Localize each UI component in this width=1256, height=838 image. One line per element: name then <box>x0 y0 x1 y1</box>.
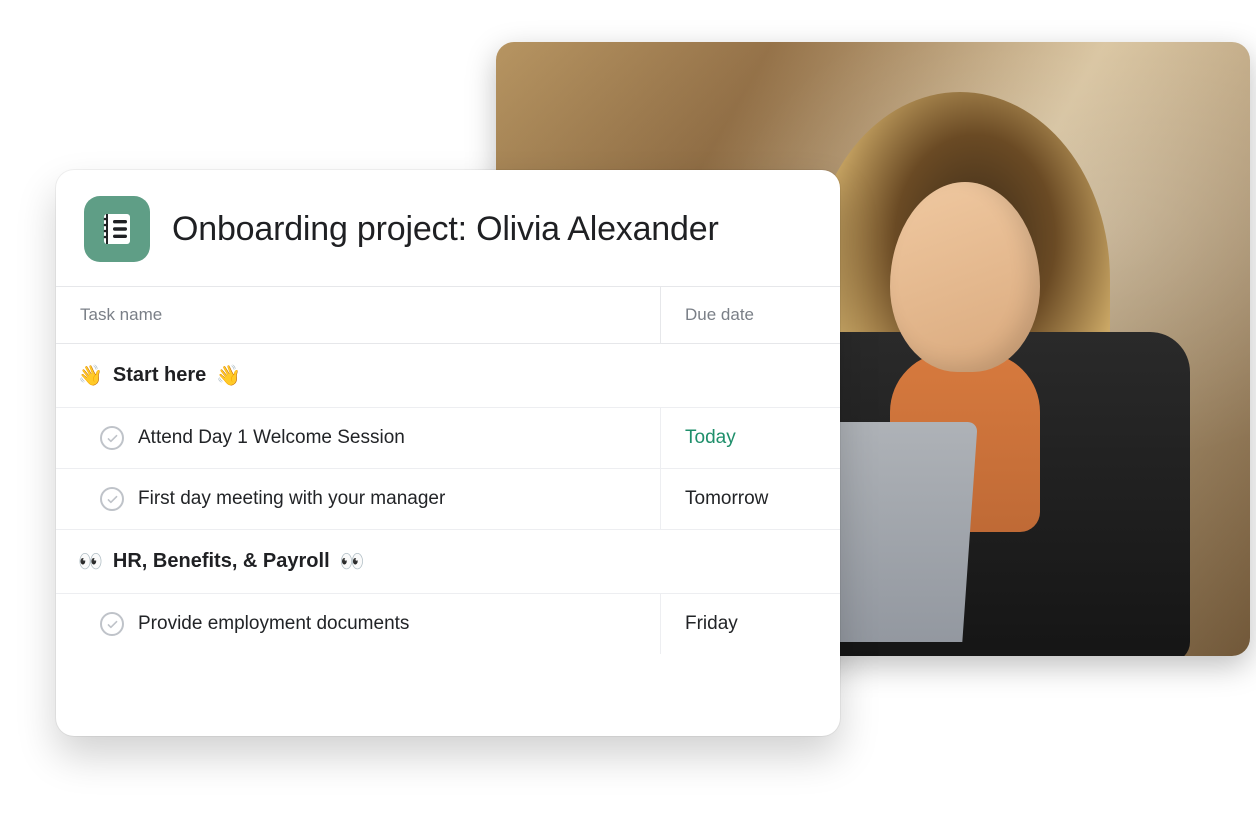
column-due-date: Due date <box>685 305 754 324</box>
complete-task-checkbox[interactable] <box>100 426 124 450</box>
column-headers: Task name Due date <box>56 286 840 344</box>
task-due-date[interactable]: Friday <box>685 613 738 635</box>
task-due-date[interactable]: Today <box>685 427 736 449</box>
column-task-name: Task name <box>80 305 162 324</box>
wave-emoji-icon: 👋 <box>216 366 241 386</box>
task-row[interactable]: Attend Day 1 Welcome Session Today <box>56 408 840 469</box>
project-card: Onboarding project: Olivia Alexander Tas… <box>56 170 840 736</box>
task-name: Attend Day 1 Welcome Session <box>138 427 405 449</box>
section-title: Start here <box>113 364 206 387</box>
task-row[interactable]: Provide employment documents Friday <box>56 594 840 654</box>
wave-emoji-icon: 👋 <box>78 366 103 386</box>
task-row[interactable]: First day meeting with your manager Tomo… <box>56 469 840 530</box>
eyes-emoji-icon: 👀 <box>78 552 103 572</box>
task-name: Provide employment documents <box>138 613 409 635</box>
task-name: First day meeting with your manager <box>138 488 445 510</box>
task-due-date[interactable]: Tomorrow <box>685 488 768 510</box>
eyes-emoji-icon: 👀 <box>340 552 365 572</box>
section-header[interactable]: 👀 HR, Benefits, & Payroll 👀 <box>56 530 840 594</box>
project-icon <box>84 196 150 262</box>
complete-task-checkbox[interactable] <box>100 487 124 511</box>
section-title: HR, Benefits, & Payroll <box>113 550 330 573</box>
complete-task-checkbox[interactable] <box>100 612 124 636</box>
project-title: Onboarding project: Olivia Alexander <box>172 210 719 249</box>
section-header[interactable]: 👋 Start here 👋 <box>56 344 840 408</box>
project-header: Onboarding project: Olivia Alexander <box>56 170 840 286</box>
